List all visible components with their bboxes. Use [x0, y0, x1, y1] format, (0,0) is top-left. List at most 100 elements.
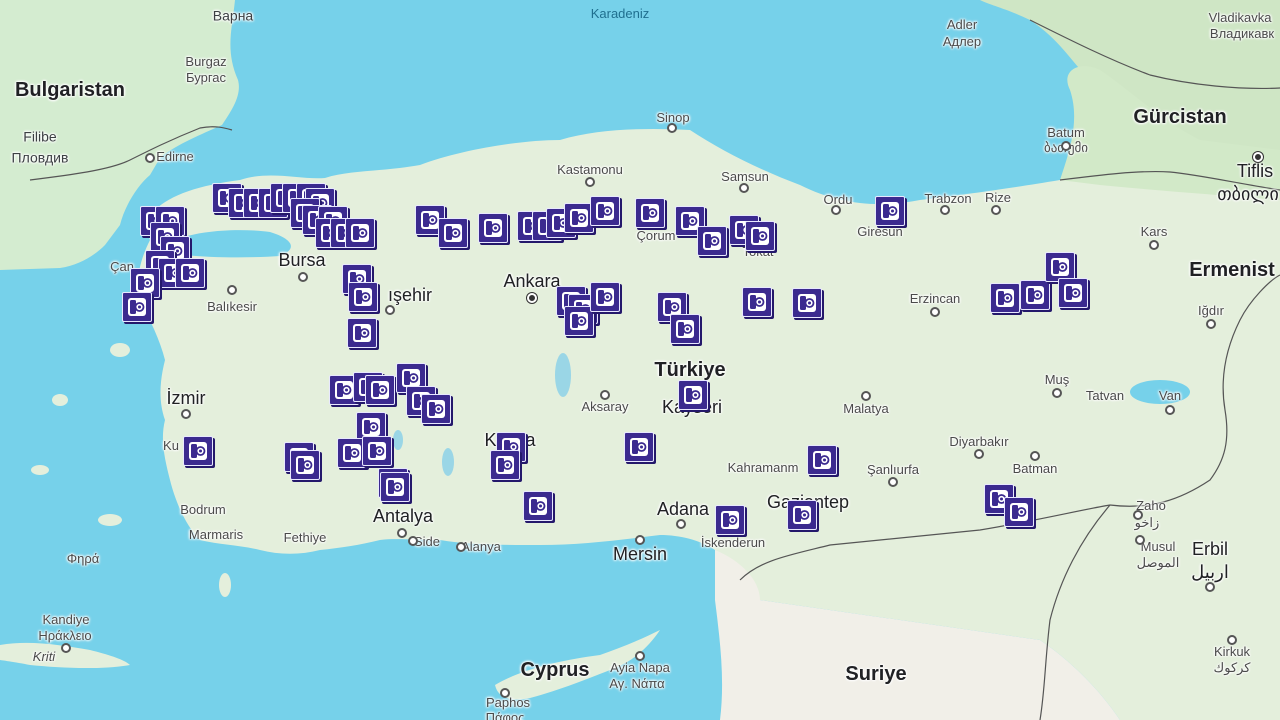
speed-camera-marker[interactable]	[478, 213, 508, 243]
city-dot-igdir	[1206, 319, 1216, 329]
speed-camera-icon	[996, 289, 1014, 307]
city-dot-diyarbakir	[974, 449, 984, 459]
speed-camera-marker[interactable]	[421, 394, 451, 424]
speed-camera-marker[interactable]	[1058, 278, 1088, 308]
speed-camera-marker[interactable]	[523, 491, 553, 521]
speed-camera-icon	[427, 400, 445, 418]
city-dot-van	[1165, 405, 1175, 415]
city-dot-erzincan	[930, 307, 940, 317]
speed-camera-marker[interactable]	[875, 196, 905, 226]
speed-camera-marker[interactable]	[290, 450, 320, 480]
speed-camera-icon	[343, 444, 361, 462]
city-dot-kars	[1149, 240, 1159, 250]
city-dot-kirkuk	[1227, 635, 1237, 645]
speed-camera-marker[interactable]	[347, 318, 377, 348]
city-dot-malatya	[861, 391, 871, 401]
speed-camera-icon	[353, 324, 371, 342]
city-dot-trabzon	[940, 205, 950, 215]
city-dot-mus	[1052, 388, 1062, 398]
speed-camera-icon	[676, 320, 694, 338]
speed-camera-marker[interactable]	[183, 436, 213, 466]
city-dot-zaho	[1133, 510, 1143, 520]
capital-dot-ankara	[527, 293, 537, 303]
speed-camera-marker[interactable]	[1004, 497, 1034, 527]
speed-camera-marker[interactable]	[715, 505, 745, 535]
speed-camera-icon	[596, 288, 614, 306]
speed-camera-icon	[798, 294, 816, 312]
speed-camera-icon	[570, 209, 588, 227]
city-dot-balikesir	[227, 285, 237, 295]
lake-van	[1130, 380, 1190, 404]
city-dot-antalya	[397, 528, 407, 538]
speed-camera-marker[interactable]	[624, 432, 654, 462]
city-dot-rize	[991, 205, 1001, 215]
speed-camera-marker[interactable]	[670, 314, 700, 344]
speed-camera-icon	[496, 456, 514, 474]
speed-camera-marker[interactable]	[742, 287, 772, 317]
city-dot-side	[408, 536, 418, 546]
speed-camera-icon	[1010, 503, 1028, 521]
city-dot-adana	[676, 519, 686, 529]
island-4	[219, 573, 231, 597]
speed-camera-icon	[189, 442, 207, 460]
city-dot-batum	[1061, 141, 1071, 151]
island-1	[110, 343, 130, 357]
speed-camera-marker[interactable]	[365, 375, 395, 405]
city-dot-sinop	[667, 123, 677, 133]
speed-camera-icon	[684, 386, 702, 404]
speed-camera-marker[interactable]	[807, 445, 837, 475]
land-cyprus	[495, 630, 660, 700]
city-dot-sanliurfa	[888, 477, 898, 487]
speed-camera-marker[interactable]	[635, 198, 665, 228]
speed-camera-icon	[630, 438, 648, 456]
speed-camera-icon	[128, 298, 146, 316]
speed-camera-marker[interactable]	[590, 282, 620, 312]
speed-camera-icon	[136, 274, 154, 292]
speed-camera-icon	[748, 293, 766, 311]
city-dot-paphos	[500, 688, 510, 698]
speed-camera-marker[interactable]	[175, 258, 205, 288]
map-basemap	[0, 0, 1280, 720]
city-dot-batman	[1030, 451, 1040, 461]
city-dot-kastamonu	[585, 177, 595, 187]
speed-camera-marker[interactable]	[362, 436, 392, 466]
speed-camera-marker[interactable]	[745, 221, 775, 251]
lake-egirdir	[393, 430, 403, 450]
speed-camera-icon	[362, 418, 380, 436]
speed-camera-marker[interactable]	[590, 196, 620, 226]
map-view[interactable]: Karadeniz Варна Burgaz Бургас Bulgaristan Fil…	[0, 0, 1280, 720]
city-dot-izmir	[181, 409, 191, 419]
city-dot-edirne	[145, 153, 155, 163]
city-dot-alanya	[456, 542, 466, 552]
speed-camera-marker[interactable]	[490, 450, 520, 480]
speed-camera-icon	[641, 204, 659, 222]
speed-camera-icon	[751, 227, 769, 245]
speed-camera-icon	[371, 381, 389, 399]
island-3	[98, 514, 122, 526]
speed-camera-icon	[484, 219, 502, 237]
speed-camera-icon	[721, 511, 739, 529]
island-5	[31, 465, 49, 475]
speed-camera-marker[interactable]	[697, 226, 727, 256]
speed-camera-icon	[1051, 258, 1069, 276]
speed-camera-marker[interactable]	[345, 218, 375, 248]
speed-camera-marker[interactable]	[122, 292, 152, 322]
speed-camera-icon	[351, 224, 369, 242]
city-dot-samsun	[739, 183, 749, 193]
lake-beysehir	[442, 448, 454, 476]
speed-camera-icon	[444, 224, 462, 242]
speed-camera-marker[interactable]	[1020, 280, 1050, 310]
city-dot-ordu	[831, 205, 841, 215]
speed-camera-marker[interactable]	[792, 288, 822, 318]
speed-camera-marker[interactable]	[348, 282, 378, 312]
speed-camera-icon	[596, 202, 614, 220]
speed-camera-marker[interactable]	[678, 380, 708, 410]
city-dot-bursa	[298, 272, 308, 282]
speed-camera-icon	[386, 478, 404, 496]
speed-camera-marker[interactable]	[787, 500, 817, 530]
speed-camera-marker[interactable]	[990, 283, 1020, 313]
city-dot-erbil	[1205, 582, 1215, 592]
speed-camera-marker[interactable]	[438, 218, 468, 248]
capital-dot-tiflis	[1253, 152, 1263, 162]
speed-camera-marker[interactable]	[380, 472, 410, 502]
